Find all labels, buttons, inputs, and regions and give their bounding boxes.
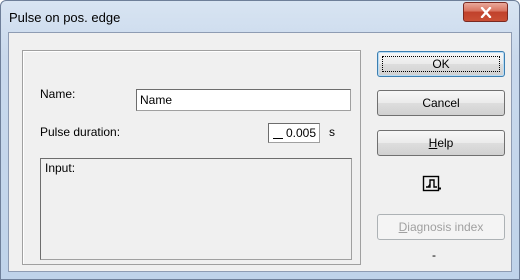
title-bar[interactable]: Pulse on pos. edge (1, 1, 519, 32)
help-button[interactable]: Help (377, 130, 505, 156)
ok-button[interactable]: OK (377, 51, 505, 77)
settings-panel: Name: Name Pulse duration: 0.005 s Input… (22, 50, 361, 265)
dialog-client-area: Name: Name Pulse duration: 0.005 s Input… (8, 32, 512, 272)
pulse-unit-label: s (329, 125, 335, 139)
close-button[interactable] (463, 2, 508, 22)
diagnosis-index-label: Diagnosis index (398, 220, 484, 234)
diagnosis-index-button[interactable]: Diagnosis index (377, 214, 505, 240)
cancel-button[interactable]: Cancel (377, 90, 505, 116)
close-icon (480, 6, 491, 18)
pulse-symbol-icon (422, 175, 441, 192)
name-input[interactable]: Name (136, 89, 351, 111)
input-list-box[interactable]: Input: (40, 158, 352, 260)
focus-rectangle (382, 56, 500, 72)
input-label: Input: (45, 161, 76, 175)
pulse-duration-input[interactable]: 0.005 (268, 123, 320, 143)
diagnosis-index-value: - (432, 248, 436, 262)
name-label: Name: (40, 87, 76, 101)
dialog-window: Pulse on pos. edge Name: Name Pulse dura… (0, 0, 520, 280)
help-button-label: Help (428, 136, 454, 150)
cancel-button-label: Cancel (422, 96, 460, 110)
pulse-duration-label: Pulse duration: (40, 125, 121, 139)
window-title: Pulse on pos. edge (9, 10, 121, 25)
